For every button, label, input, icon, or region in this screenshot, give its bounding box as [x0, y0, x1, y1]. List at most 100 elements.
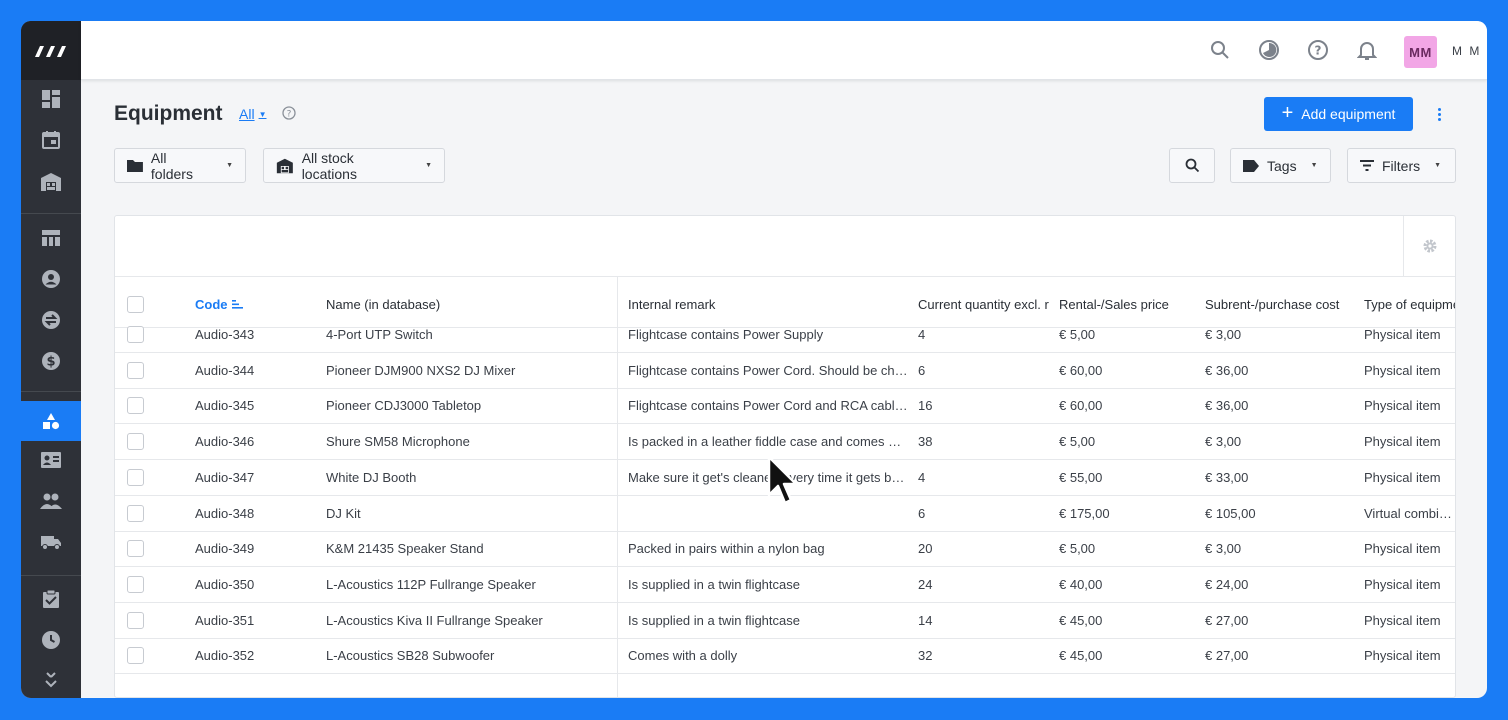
view-filter-dropdown[interactable]: All ▼	[239, 106, 266, 122]
tags-dropdown[interactable]: Tags ▼	[1230, 148, 1331, 183]
add-equipment-button[interactable]: + Add equipment	[1264, 97, 1413, 131]
table-settings-gear-icon[interactable]	[1403, 216, 1455, 276]
table-row[interactable]: Audio-344 Pioneer DJM900 NXS2 DJ Mixer Fli…	[115, 353, 1455, 389]
table-row[interactable]: Audio-352 L-Acoustics SB28 Subwoofer Comes…	[115, 638, 1455, 675]
cell-code: Audio-348	[195, 505, 255, 521]
cell-code: Audio-349	[195, 541, 255, 557]
transfer-icon[interactable]	[21, 302, 81, 338]
sidebar-divider	[21, 213, 81, 214]
cell-quantity: 4	[918, 469, 926, 485]
cell-internal-remark: Flightcase contains Power Supply	[628, 327, 824, 342]
mouse-cursor-icon	[767, 455, 798, 505]
cell-code: Audio-343	[195, 327, 255, 342]
row-checkbox[interactable]	[127, 504, 144, 522]
calendar-icon[interactable]	[21, 122, 81, 158]
contact-icon[interactable]	[21, 261, 81, 297]
cell-rental-price: € 60,00	[1059, 362, 1103, 378]
bell-icon[interactable]	[1355, 38, 1379, 62]
row-checkbox[interactable]	[127, 326, 144, 343]
cell-rental-price: € 5,00	[1059, 327, 1096, 342]
clipboard-check-icon[interactable]	[21, 581, 81, 617]
cell-name: L-Acoustics SB28 Subwoofer	[326, 648, 495, 664]
app-logo[interactable]	[21, 21, 81, 80]
more-options-icon[interactable]	[1431, 103, 1447, 125]
cell-name: K&M 21435 Speaker Stand	[326, 541, 484, 557]
table-row[interactable]: Audio-345 Pioneer CDJ3000 Tabletop Flightc…	[115, 388, 1455, 425]
cell-equipment-type: Physical item	[1364, 576, 1441, 592]
search-button[interactable]	[1169, 148, 1215, 183]
id-card-icon[interactable]	[21, 442, 81, 478]
row-checkbox[interactable]	[127, 468, 144, 486]
column-header-equipment-type[interactable]: Type of equipme	[1364, 297, 1455, 312]
cell-equipment-type: Physical item	[1364, 362, 1441, 378]
table-row[interactable]: Audio-343 4-Port UTP Switch Flightcase con…	[115, 317, 1455, 353]
table-row[interactable]: Audio-349 K&M 21435 Speaker Stand Packed i…	[115, 531, 1455, 568]
people-icon[interactable]	[21, 483, 81, 519]
expand-icon[interactable]	[21, 662, 81, 698]
row-checkbox[interactable]	[127, 361, 144, 379]
help-icon[interactable]: ?	[1306, 38, 1330, 62]
cell-quantity: 6	[918, 362, 926, 378]
column-header-purchase-cost[interactable]: Subrent-/purchase cost	[1205, 297, 1353, 312]
column-header-internal-remark[interactable]: Internal remark	[628, 297, 908, 312]
cell-equipment-type: Physical item	[1364, 541, 1441, 557]
column-header-rental-price[interactable]: Rental-/Sales price	[1059, 297, 1197, 312]
cell-name: L-Acoustics Kiva II Fullrange Speaker	[326, 612, 543, 628]
truck-icon[interactable]	[21, 524, 81, 560]
search-icon[interactable]	[1208, 38, 1232, 62]
cell-name: DJ Kit	[326, 505, 361, 521]
dashboard-icon[interactable]	[21, 81, 81, 117]
cell-code: Audio-345	[195, 398, 255, 414]
row-checkbox[interactable]	[127, 433, 144, 451]
warehouse-icon[interactable]	[21, 164, 81, 200]
app-window: $ ? MM M M Equipment All ▼ ? + Add equip…	[21, 21, 1487, 698]
cell-quantity: 38	[918, 434, 933, 450]
caret-down-icon: ▼	[1434, 162, 1442, 169]
question-circle-icon[interactable]: ?	[282, 106, 296, 120]
caret-down-icon: ▼	[226, 162, 233, 169]
dollar-icon[interactable]: $	[21, 343, 81, 379]
cell-name: 4-Port UTP Switch	[326, 327, 433, 342]
column-header-quantity[interactable]: Current quantity excl. r	[918, 297, 1050, 312]
clock-icon[interactable]	[21, 622, 81, 658]
cell-rental-price: € 60,00	[1059, 398, 1103, 414]
row-checkbox[interactable]	[127, 540, 144, 558]
timer-icon[interactable]	[1257, 38, 1281, 62]
user-name[interactable]: M M	[1452, 44, 1481, 58]
filter-icon	[1360, 160, 1374, 171]
column-header-code[interactable]: Code	[195, 297, 243, 312]
filters-label: Filters	[1382, 157, 1421, 174]
all-folders-label: All folders	[150, 149, 193, 182]
svg-text:?: ?	[1315, 44, 1322, 58]
stock-locations-dropdown[interactable]: All stock locations ▼	[263, 148, 445, 183]
row-checkbox[interactable]	[127, 575, 144, 593]
cell-code: Audio-352	[195, 648, 255, 664]
caret-down-icon: ▼	[425, 162, 432, 169]
folder-icon	[127, 160, 143, 172]
cell-name: White DJ Booth	[326, 469, 417, 485]
table-row[interactable]: Audio-350 L-Acoustics 112P Fullrange Spea…	[115, 567, 1455, 603]
cell-purchase-cost: € 36,00	[1205, 398, 1249, 414]
column-header-code-label: Code	[195, 297, 228, 312]
table-icon[interactable]	[21, 220, 81, 256]
cell-quantity: 20	[918, 541, 933, 557]
cell-code: Audio-350	[195, 576, 255, 592]
filters-dropdown[interactable]: Filters ▼	[1347, 148, 1456, 183]
row-checkbox[interactable]	[127, 611, 144, 629]
cell-internal-remark: Is supplied in a twin flightcase	[628, 612, 800, 628]
cell-internal-remark: Flightcase contains Power Cord. Should b…	[628, 362, 908, 378]
table-row[interactable]: Audio-351 L-Acoustics Kiva II Fullrange S…	[115, 603, 1455, 639]
all-folders-dropdown[interactable]: All folders ▼	[114, 148, 246, 183]
equipment-icon[interactable]	[21, 401, 81, 441]
column-header-name[interactable]: Name (in database)	[326, 297, 606, 312]
select-all-checkbox[interactable]	[127, 296, 144, 313]
avatar[interactable]: MM	[1404, 36, 1437, 68]
svg-text:$: $	[46, 355, 55, 370]
row-checkbox[interactable]	[127, 647, 144, 665]
cell-name: Pioneer DJM900 NXS2 DJ Mixer	[326, 362, 516, 378]
cell-equipment-type: Virtual combinat	[1364, 505, 1456, 521]
cell-equipment-type: Physical item	[1364, 398, 1441, 414]
row-checkbox[interactable]	[127, 397, 144, 415]
cell-quantity: 16	[918, 398, 933, 414]
top-bar: ? MM M M	[81, 21, 1487, 80]
